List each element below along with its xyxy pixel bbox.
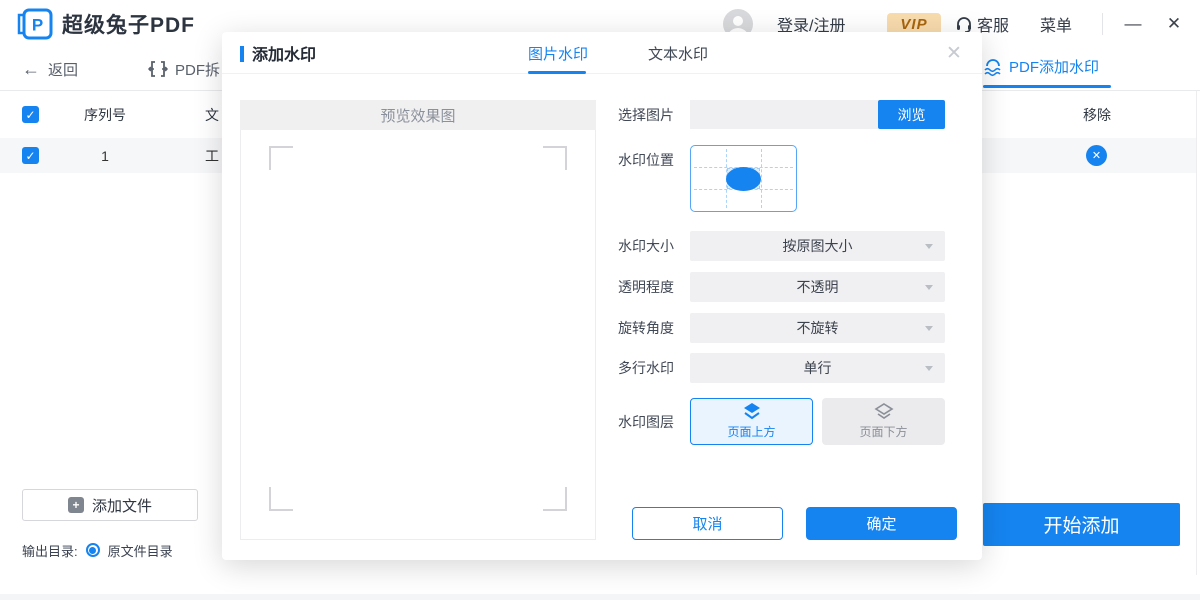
remove-x-icon: ✕ — [1092, 149, 1101, 162]
layer-above-label: 页面上方 — [727, 423, 775, 440]
column-header-serial: 序列号 — [77, 100, 133, 130]
chevron-down-icon — [925, 366, 933, 371]
select-image-input[interactable] — [690, 100, 878, 129]
cancel-button[interactable]: 取消 — [632, 507, 783, 540]
radio-dot — [89, 547, 96, 554]
watermark-position-label: 水印位置 — [618, 145, 688, 175]
position-cell[interactable] — [691, 189, 726, 211]
output-directory-row: 输出目录: 原文件目录 — [22, 540, 173, 560]
topbar-divider — [1102, 13, 1103, 35]
preview-corner-bracket — [543, 146, 567, 170]
watermark-layer-label: 水印图层 — [618, 398, 688, 445]
pdf-add-watermark-label: PDF添加水印 — [1009, 56, 1099, 77]
layers-icon — [874, 403, 894, 420]
position-cell[interactable] — [761, 168, 796, 190]
position-cell[interactable] — [761, 189, 796, 211]
tab-pdf-add-watermark[interactable]: PDF添加水印 — [983, 48, 1099, 85]
tab-image-watermark[interactable]: 图片水印 — [528, 32, 588, 74]
tab-text-watermark[interactable]: 文本水印 — [648, 32, 708, 74]
dialog-title: 添加水印 — [252, 32, 316, 74]
headset-icon — [955, 15, 973, 33]
rotation-dropdown[interactable]: 不旋转 — [690, 313, 945, 343]
chevron-down-icon — [925, 244, 933, 249]
row-checkbox[interactable]: ✓ — [22, 147, 39, 164]
add-file-icon: + — [68, 497, 84, 513]
original-directory-radio[interactable] — [86, 543, 100, 557]
app-title: 超级兔子PDF — [62, 0, 195, 48]
position-cell[interactable] — [691, 168, 726, 190]
row-remove-button[interactable]: ✕ — [1086, 145, 1107, 166]
svg-text:P: P — [32, 16, 43, 35]
tab-pdf-split[interactable]: PDF拆 — [148, 48, 220, 90]
position-cell[interactable] — [726, 146, 761, 168]
opacity-label: 透明程度 — [618, 272, 688, 302]
chevron-down-icon — [925, 285, 933, 290]
layer-above-page-button[interactable]: 页面上方 — [690, 398, 813, 445]
title-accent-bar — [240, 46, 244, 62]
watermark-size-dropdown[interactable]: 按原图大小 — [690, 231, 945, 261]
back-button[interactable]: ← 返回 — [22, 48, 78, 90]
rotation-value: 不旋转 — [797, 318, 839, 338]
row-serial-cell: 1 — [77, 138, 133, 173]
rotation-label: 旋转角度 — [618, 313, 688, 343]
preview-corner-bracket — [269, 487, 293, 511]
ok-button[interactable]: 确定 — [806, 507, 957, 540]
minimize-button[interactable]: — — [1116, 0, 1150, 48]
dialog-close-button[interactable]: ✕ — [934, 32, 974, 74]
position-cell[interactable] — [691, 146, 726, 168]
multiline-dropdown[interactable]: 单行 — [690, 353, 945, 383]
select-all-checkbox[interactable]: ✓ — [22, 106, 39, 123]
layers-icon — [742, 403, 762, 420]
dialog-header — [222, 32, 982, 74]
preview-corner-bracket — [269, 146, 293, 170]
opacity-value: 不透明 — [797, 277, 839, 297]
check-icon: ✓ — [25, 108, 35, 122]
preview-corner-bracket — [543, 487, 567, 511]
content-right-border — [1196, 91, 1197, 575]
app-logo-icon: P — [16, 6, 54, 42]
pdf-split-label: PDF拆 — [175, 59, 220, 80]
chevron-down-icon — [925, 326, 933, 331]
watermark-position-grid[interactable] — [690, 145, 797, 212]
bottom-strip — [0, 594, 1200, 600]
preview-title: 预览效果图 — [240, 100, 596, 130]
back-arrow-icon: ← — [22, 59, 40, 80]
position-cell[interactable] — [761, 146, 796, 168]
watermark-size-value: 按原图大小 — [783, 236, 853, 256]
menu-button[interactable]: 菜单 — [1040, 0, 1072, 48]
output-directory-label: 输出目录: — [22, 541, 78, 560]
start-add-button[interactable]: 开始添加 — [983, 503, 1180, 546]
column-header-filename: 文 — [205, 100, 219, 130]
layer-below-label: 页面下方 — [859, 423, 907, 440]
select-image-label: 选择图片 — [618, 100, 688, 129]
add-file-button[interactable]: + 添加文件 — [22, 489, 198, 521]
multiline-label: 多行水印 — [618, 353, 688, 383]
layer-below-page-button[interactable]: 页面下方 — [822, 398, 945, 445]
multiline-value: 单行 — [804, 358, 832, 378]
check-icon: ✓ — [25, 149, 35, 163]
add-file-label: 添加文件 — [92, 495, 152, 516]
original-directory-label: 原文件目录 — [108, 541, 173, 560]
watermark-size-label: 水印大小 — [618, 231, 688, 261]
add-watermark-dialog: 添加水印 图片水印 文本水印 ✕ 预览效果图 选择图片 浏览 水印位置 水印大小… — [222, 32, 982, 560]
column-header-remove: 移除 — [1080, 100, 1114, 130]
position-cell-center[interactable] — [726, 168, 761, 190]
dialog-active-tab-underline — [528, 71, 586, 74]
back-label: 返回 — [48, 59, 78, 80]
row-filename-cell: 工 — [205, 138, 219, 173]
active-tab-underline — [983, 85, 1111, 88]
opacity-dropdown[interactable]: 不透明 — [690, 272, 945, 302]
split-icon — [148, 60, 168, 78]
watermark-wave-icon — [983, 57, 1003, 77]
window-close-button[interactable]: ✕ — [1156, 0, 1192, 48]
position-cell[interactable] — [726, 189, 761, 211]
preview-area — [240, 130, 596, 540]
browse-button[interactable]: 浏览 — [878, 100, 945, 129]
